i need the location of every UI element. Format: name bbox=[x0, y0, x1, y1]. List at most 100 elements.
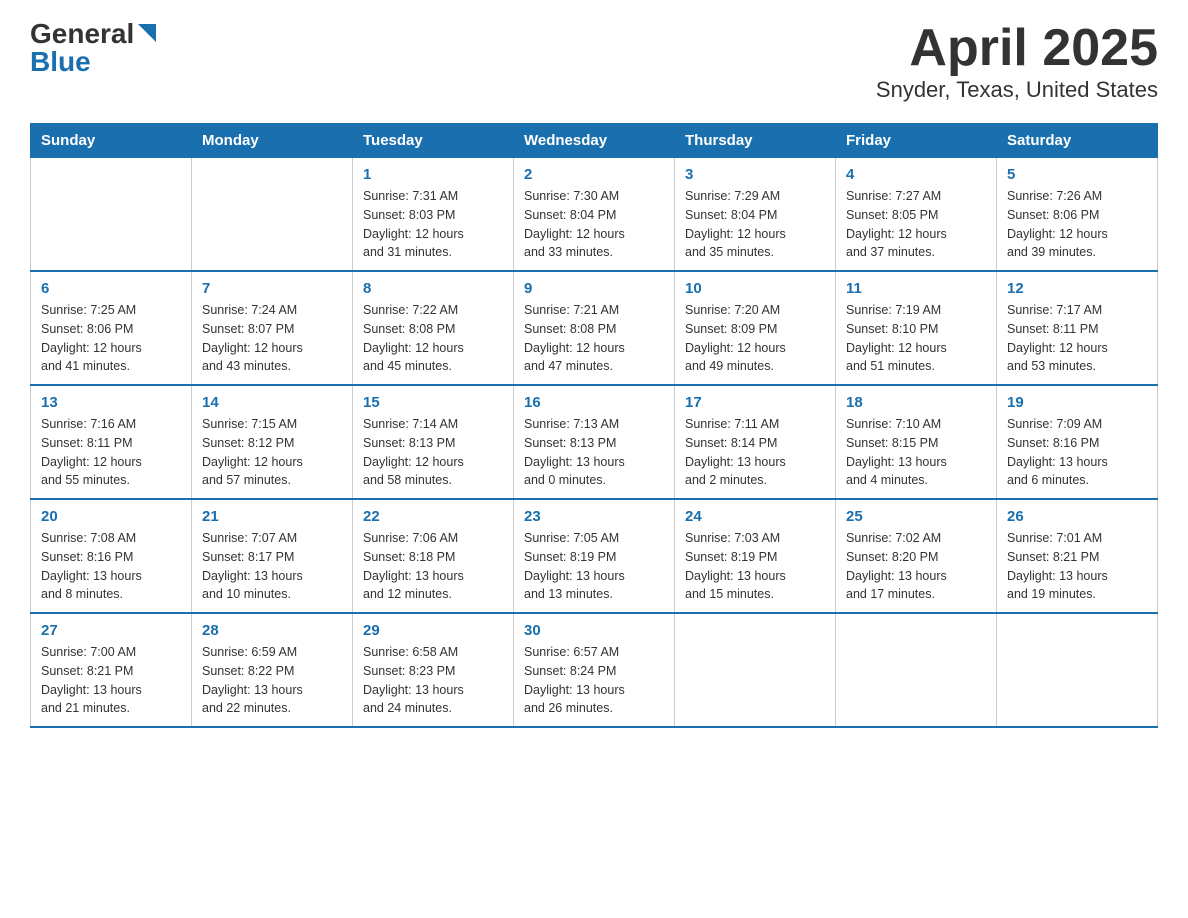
col-wednesday: Wednesday bbox=[514, 124, 675, 158]
day-info: Sunrise: 7:15 AM Sunset: 8:12 PM Dayligh… bbox=[202, 415, 342, 490]
col-saturday: Saturday bbox=[997, 124, 1158, 158]
logo-general-text: General bbox=[30, 20, 134, 48]
day-info: Sunrise: 7:27 AM Sunset: 8:05 PM Dayligh… bbox=[846, 187, 986, 262]
day-number: 12 bbox=[1007, 280, 1147, 297]
calendar-table: Sunday Monday Tuesday Wednesday Thursday… bbox=[30, 123, 1158, 728]
day-number: 1 bbox=[363, 166, 503, 183]
table-row bbox=[836, 613, 997, 727]
table-row: 20Sunrise: 7:08 AM Sunset: 8:16 PM Dayli… bbox=[31, 499, 192, 613]
table-row: 30 Sunrise: 6:57 AM Sunset: 8:24 PM Dayli… bbox=[514, 613, 675, 727]
table-row: 3 Sunrise: 7:29 AM Sunset: 8:04 PM Daylig… bbox=[675, 158, 836, 272]
day-number: 13 bbox=[41, 394, 181, 411]
logo-blue-text: Blue bbox=[30, 48, 91, 76]
calendar-week-row: 27 Sunrise: 7:00 AM Sunset: 8:21 PM Dayli… bbox=[31, 613, 1158, 727]
table-row: 13 Sunrise: 7:16 AM Sunset: 8:11 PM Dayli… bbox=[31, 385, 192, 499]
calendar-week-row: 13 Sunrise: 7:16 AM Sunset: 8:11 PM Dayli… bbox=[31, 385, 1158, 499]
table-row: 23 Sunrise: 7:05 AM Sunset: 8:19 PM Dayli… bbox=[514, 499, 675, 613]
day-number: 19 bbox=[1007, 394, 1147, 411]
day-number: 27 bbox=[41, 622, 181, 639]
col-friday: Friday bbox=[836, 124, 997, 158]
table-row: 19 Sunrise: 7:09 AM Sunset: 8:16 PM Dayli… bbox=[997, 385, 1158, 499]
logo-triangle-icon bbox=[136, 22, 158, 44]
day-info: Sunrise: 7:11 AM Sunset: 8:14 PM Dayligh… bbox=[685, 415, 825, 490]
table-row bbox=[31, 158, 192, 272]
day-info: Sunrise: 6:57 AM Sunset: 8:24 PM Dayligh… bbox=[524, 643, 664, 718]
day-number: 24 bbox=[685, 508, 825, 525]
day-info: Sunrise: 7:05 AM Sunset: 8:19 PM Dayligh… bbox=[524, 529, 664, 604]
day-number: 28 bbox=[202, 622, 342, 639]
day-info: Sunrise: 6:59 AM Sunset: 8:22 PM Dayligh… bbox=[202, 643, 342, 718]
day-info: Sunrise: 7:09 AM Sunset: 8:16 PM Dayligh… bbox=[1007, 415, 1147, 490]
table-row bbox=[675, 613, 836, 727]
table-row: 4 Sunrise: 7:27 AM Sunset: 8:05 PM Daylig… bbox=[836, 158, 997, 272]
table-row: 15Sunrise: 7:14 AM Sunset: 8:13 PM Dayli… bbox=[353, 385, 514, 499]
day-info: Sunrise: 7:17 AM Sunset: 8:11 PM Dayligh… bbox=[1007, 301, 1147, 376]
day-info: Sunrise: 7:14 AM Sunset: 8:13 PM Dayligh… bbox=[363, 415, 503, 490]
day-info: Sunrise: 7:00 AM Sunset: 8:21 PM Dayligh… bbox=[41, 643, 181, 718]
day-number: 26 bbox=[1007, 508, 1147, 525]
day-number: 22 bbox=[363, 508, 503, 525]
logo: General Blue bbox=[30, 20, 158, 76]
table-row: 11 Sunrise: 7:19 AM Sunset: 8:10 PM Dayli… bbox=[836, 271, 997, 385]
table-row: 9 Sunrise: 7:21 AM Sunset: 8:08 PM Daylig… bbox=[514, 271, 675, 385]
day-info: Sunrise: 7:24 AM Sunset: 8:07 PM Dayligh… bbox=[202, 301, 342, 376]
table-row: 25 Sunrise: 7:02 AM Sunset: 8:20 PM Dayli… bbox=[836, 499, 997, 613]
day-number: 23 bbox=[524, 508, 664, 525]
day-info: Sunrise: 7:13 AM Sunset: 8:13 PM Dayligh… bbox=[524, 415, 664, 490]
day-number: 7 bbox=[202, 280, 342, 297]
day-number: 2 bbox=[524, 166, 664, 183]
table-row: 18Sunrise: 7:10 AM Sunset: 8:15 PM Dayli… bbox=[836, 385, 997, 499]
calendar-week-row: 20Sunrise: 7:08 AM Sunset: 8:16 PM Dayli… bbox=[31, 499, 1158, 613]
day-number: 18 bbox=[846, 394, 986, 411]
day-info: Sunrise: 7:20 AM Sunset: 8:09 PM Dayligh… bbox=[685, 301, 825, 376]
day-info: Sunrise: 7:26 AM Sunset: 8:06 PM Dayligh… bbox=[1007, 187, 1147, 262]
day-info: Sunrise: 7:19 AM Sunset: 8:10 PM Dayligh… bbox=[846, 301, 986, 376]
page-subtitle: Snyder, Texas, United States bbox=[876, 77, 1158, 103]
day-number: 16 bbox=[524, 394, 664, 411]
day-info: Sunrise: 7:31 AM Sunset: 8:03 PM Dayligh… bbox=[363, 187, 503, 262]
table-row: 28 Sunrise: 6:59 AM Sunset: 8:22 PM Dayli… bbox=[192, 613, 353, 727]
table-row: 5 Sunrise: 7:26 AM Sunset: 8:06 PM Daylig… bbox=[997, 158, 1158, 272]
table-row: 12 Sunrise: 7:17 AM Sunset: 8:11 PM Dayli… bbox=[997, 271, 1158, 385]
table-row bbox=[997, 613, 1158, 727]
day-number: 25 bbox=[846, 508, 986, 525]
day-number: 11 bbox=[846, 280, 986, 297]
day-number: 9 bbox=[524, 280, 664, 297]
col-monday: Monday bbox=[192, 124, 353, 158]
table-row: 6Sunrise: 7:25 AM Sunset: 8:06 PM Daylig… bbox=[31, 271, 192, 385]
day-number: 4 bbox=[846, 166, 986, 183]
table-row: 16 Sunrise: 7:13 AM Sunset: 8:13 PM Dayli… bbox=[514, 385, 675, 499]
day-info: Sunrise: 7:03 AM Sunset: 8:19 PM Dayligh… bbox=[685, 529, 825, 604]
day-info: Sunrise: 7:02 AM Sunset: 8:20 PM Dayligh… bbox=[846, 529, 986, 604]
table-row: 1 Sunrise: 7:31 AM Sunset: 8:03 PM Daylig… bbox=[353, 158, 514, 272]
calendar-week-row: 1 Sunrise: 7:31 AM Sunset: 8:03 PM Daylig… bbox=[31, 158, 1158, 272]
day-info: Sunrise: 7:06 AM Sunset: 8:18 PM Dayligh… bbox=[363, 529, 503, 604]
calendar-header-row: Sunday Monday Tuesday Wednesday Thursday… bbox=[31, 124, 1158, 158]
day-number: 5 bbox=[1007, 166, 1147, 183]
day-info: Sunrise: 7:08 AM Sunset: 8:16 PM Dayligh… bbox=[41, 529, 181, 604]
table-row: 29 Sunrise: 6:58 AM Sunset: 8:23 PM Dayli… bbox=[353, 613, 514, 727]
table-row: 14 Sunrise: 7:15 AM Sunset: 8:12 PM Dayli… bbox=[192, 385, 353, 499]
day-number: 14 bbox=[202, 394, 342, 411]
table-row bbox=[192, 158, 353, 272]
col-thursday: Thursday bbox=[675, 124, 836, 158]
day-info: Sunrise: 7:16 AM Sunset: 8:11 PM Dayligh… bbox=[41, 415, 181, 490]
day-number: 29 bbox=[363, 622, 503, 639]
col-tuesday: Tuesday bbox=[353, 124, 514, 158]
day-info: Sunrise: 7:30 AM Sunset: 8:04 PM Dayligh… bbox=[524, 187, 664, 262]
day-info: Sunrise: 6:58 AM Sunset: 8:23 PM Dayligh… bbox=[363, 643, 503, 718]
day-number: 30 bbox=[524, 622, 664, 639]
day-number: 17 bbox=[685, 394, 825, 411]
table-row: 26Sunrise: 7:01 AM Sunset: 8:21 PM Dayli… bbox=[997, 499, 1158, 613]
day-number: 3 bbox=[685, 166, 825, 183]
table-row: 24 Sunrise: 7:03 AM Sunset: 8:19 PM Dayli… bbox=[675, 499, 836, 613]
table-row: 10 Sunrise: 7:20 AM Sunset: 8:09 PM Dayli… bbox=[675, 271, 836, 385]
day-number: 21 bbox=[202, 508, 342, 525]
day-info: Sunrise: 7:29 AM Sunset: 8:04 PM Dayligh… bbox=[685, 187, 825, 262]
day-number: 10 bbox=[685, 280, 825, 297]
day-info: Sunrise: 7:21 AM Sunset: 8:08 PM Dayligh… bbox=[524, 301, 664, 376]
page-title: April 2025 bbox=[876, 20, 1158, 77]
table-row: 8Sunrise: 7:22 AM Sunset: 8:08 PM Daylig… bbox=[353, 271, 514, 385]
table-row: 21Sunrise: 7:07 AM Sunset: 8:17 PM Dayli… bbox=[192, 499, 353, 613]
page-header: General Blue April 2025 Snyder, Texas, U… bbox=[30, 20, 1158, 103]
